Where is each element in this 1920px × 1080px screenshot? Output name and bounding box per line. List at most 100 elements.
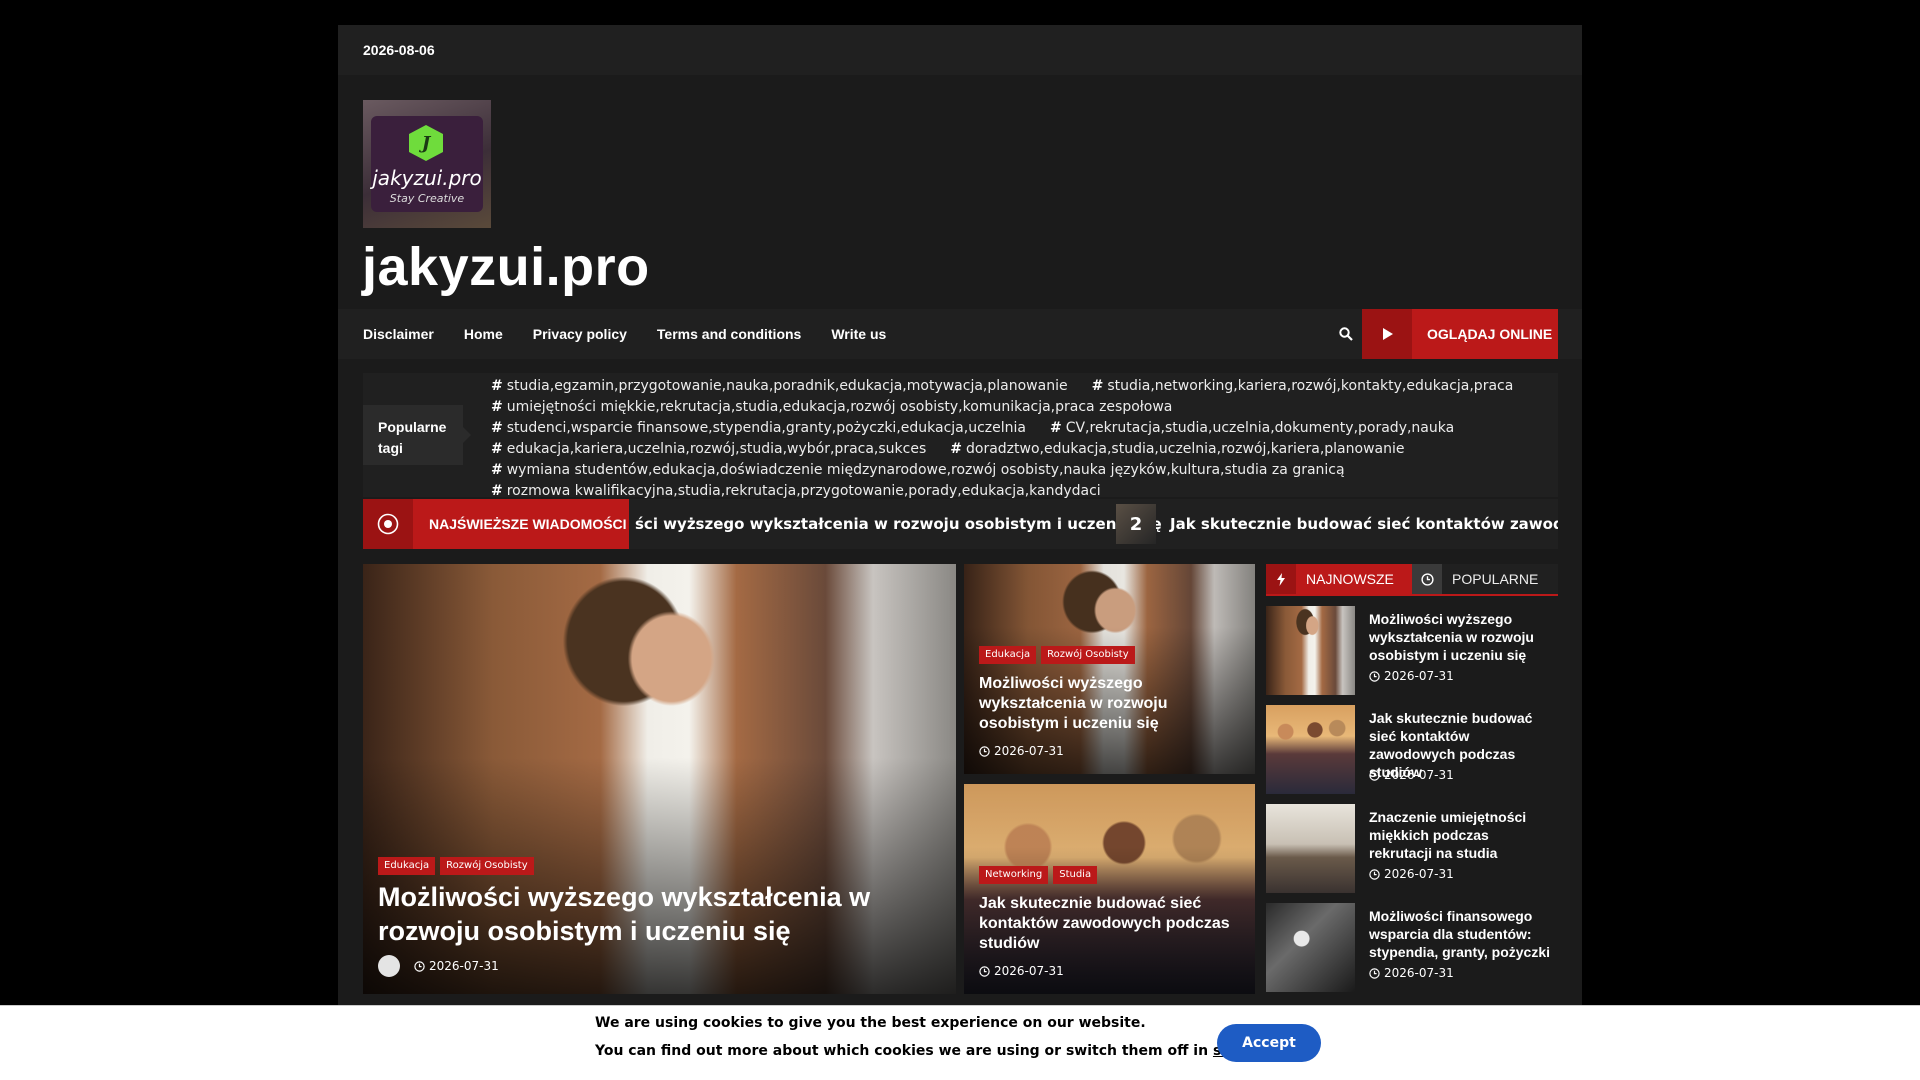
nav-item-home[interactable]: Home bbox=[464, 326, 503, 342]
sidebar-tabs: NAJNOWSZE POPULARNE bbox=[1266, 564, 1558, 596]
card-title[interactable]: Jak skutecznie budować sieć kontaktów za… bbox=[979, 894, 1244, 954]
tag-link[interactable]: # studia,networking,kariera,rozwój,kontak… bbox=[1092, 376, 1514, 397]
cookie-details: You can find out more about which cookie… bbox=[595, 1043, 1283, 1059]
post-meta: 2026-07-31 bbox=[1369, 768, 1454, 782]
ticker-thumbnail: 2 bbox=[1116, 504, 1156, 544]
ticker-track: ści wyższego wykształcenia w rozwoju oso… bbox=[629, 499, 1558, 549]
tag-link[interactable]: # edukacja,kariera,uczelnia,rozwój,studia… bbox=[491, 439, 926, 460]
post-title[interactable]: Możliwości wyższego wykształcenia w rozw… bbox=[1369, 610, 1554, 664]
cookie-banner: We are using cookies to give you the bes… bbox=[0, 1005, 1920, 1080]
category-badge[interactable]: Studia bbox=[1053, 866, 1098, 884]
watch-online-button[interactable]: OGLĄDAJ ONLINE bbox=[1362, 309, 1558, 359]
hash-icon: # bbox=[1091, 378, 1104, 394]
card-date: 2026-07-31 bbox=[994, 964, 1064, 978]
site-header: J jakyzui.pro Stay Creative jakyzui.pro bbox=[338, 75, 1582, 309]
category-badges: Edukacja Rozwój Osobisty bbox=[979, 646, 1140, 664]
card-meta: 2026-07-31 bbox=[979, 964, 1064, 978]
article-card[interactable]: Networking Studia Jak skutecznie budować… bbox=[964, 784, 1255, 994]
ticker-label: NAJŚWIEŻSZE WIADOMOŚCI bbox=[429, 516, 627, 532]
article-card[interactable]: Edukacja Rozwój Osobisty Możliwości wyżs… bbox=[964, 564, 1255, 774]
post-thumbnail[interactable] bbox=[1266, 705, 1355, 794]
post-date: 2026-07-31 bbox=[1384, 867, 1454, 881]
post-meta: 2026-07-31 bbox=[1369, 966, 1454, 980]
logo-tagline: Stay Creative bbox=[389, 192, 465, 205]
featured-title[interactable]: Możliwości wyższego wykształcenia w rozw… bbox=[378, 880, 938, 948]
site-logo[interactable]: J jakyzui.pro Stay Creative bbox=[363, 100, 491, 228]
post-thumbnail[interactable] bbox=[1266, 804, 1355, 893]
hash-icon: # bbox=[1049, 420, 1062, 436]
category-badges: Networking Studia bbox=[979, 866, 1102, 884]
hash-icon: # bbox=[491, 462, 503, 478]
clock-icon bbox=[1369, 769, 1380, 781]
category-badge[interactable]: Edukacja bbox=[378, 857, 436, 875]
tag-link[interactable]: # doradztwo,edukacja,studia,uczelnia,rozw… bbox=[950, 439, 1404, 460]
hash-icon: # bbox=[950, 441, 962, 457]
tag-link[interactable]: # studenci,wsparcie finansowe,stypendia,g… bbox=[491, 418, 1026, 439]
clock-icon bbox=[1369, 967, 1380, 979]
bolt-icon bbox=[1266, 564, 1296, 594]
top-date: 2026-08-06 bbox=[363, 42, 435, 58]
nav-item-write-us[interactable]: Write us bbox=[831, 326, 886, 342]
post-date: 2026-07-31 bbox=[1384, 966, 1454, 980]
featured-date: 2026-07-31 bbox=[429, 959, 499, 973]
category-badge[interactable]: Rozwój Osobisty bbox=[440, 857, 534, 875]
main-navigation: Disclaimer Home Privacy policy Terms and… bbox=[338, 309, 1582, 359]
post-meta: 2026-07-31 bbox=[1369, 867, 1454, 881]
hash-icon: # bbox=[491, 399, 503, 415]
hash-icon: # bbox=[491, 378, 503, 394]
tag-link[interactable]: # wymiana studentów,edukacja,doświadczeni… bbox=[491, 460, 1345, 481]
nav-item-disclaimer[interactable]: Disclaimer bbox=[363, 326, 434, 342]
popular-tags-label: Popularne tagi bbox=[363, 405, 471, 465]
author-avatar[interactable] bbox=[378, 955, 400, 977]
clock-icon bbox=[1369, 868, 1380, 880]
category-badges: Edukacja Rozwój Osobisty bbox=[378, 857, 539, 875]
post-title[interactable]: Znaczenie umiejętności miękkich podczas … bbox=[1369, 808, 1554, 862]
category-badge[interactable]: Rozwój Osobisty bbox=[1041, 646, 1135, 664]
post-title[interactable]: Możliwości finansowego wsparcia dla stud… bbox=[1369, 907, 1554, 961]
image-overlay bbox=[964, 564, 1255, 774]
ticker-item[interactable]: 2 Jak skutecznie budować sieć kontaktów … bbox=[1116, 499, 1558, 549]
list-item[interactable]: Możliwości finansowego wsparcia dla stud… bbox=[1266, 893, 1558, 992]
page: 2026-08-06 J jakyzui.pro Stay Creative j… bbox=[0, 0, 1920, 1080]
nav-item-terms[interactable]: Terms and conditions bbox=[657, 326, 801, 342]
nav-item-privacy-policy[interactable]: Privacy policy bbox=[533, 326, 627, 342]
post-thumbnail[interactable] bbox=[1266, 606, 1355, 695]
search-icon bbox=[1339, 327, 1353, 341]
logo-title: jakyzui.pro bbox=[372, 166, 482, 190]
play-icon bbox=[1362, 309, 1412, 359]
tab-popular[interactable]: POPULARNE bbox=[1412, 564, 1558, 594]
category-badge[interactable]: Edukacja bbox=[979, 646, 1037, 664]
post-date: 2026-07-31 bbox=[1384, 669, 1454, 683]
ticker-badge: NAJŚWIEŻSZE WIADOMOŚCI bbox=[363, 499, 629, 549]
clock-icon bbox=[979, 965, 990, 977]
list-item[interactable]: Znaczenie umiejętności miękkich podczas … bbox=[1266, 794, 1558, 893]
clock-icon bbox=[979, 745, 990, 757]
hash-icon: # bbox=[491, 441, 503, 457]
post-thumbnail[interactable] bbox=[1266, 903, 1355, 992]
nav-menu: Disclaimer Home Privacy policy Terms and… bbox=[338, 309, 916, 359]
category-badge[interactable]: Networking bbox=[979, 866, 1049, 884]
top-bar: 2026-08-06 bbox=[338, 25, 1582, 75]
tab-latest[interactable]: NAJNOWSZE bbox=[1266, 564, 1412, 594]
site-title[interactable]: jakyzui.pro bbox=[362, 237, 650, 297]
tab-latest-label: NAJNOWSZE bbox=[1306, 571, 1394, 587]
accept-cookies-button[interactable]: Accept bbox=[1217, 1024, 1321, 1062]
list-item[interactable]: Jak skutecznie budować sieć kontaktów za… bbox=[1266, 695, 1558, 794]
cookie-message: We are using cookies to give you the bes… bbox=[595, 1015, 1146, 1031]
list-item[interactable]: Możliwości wyższego wykształcenia w rozw… bbox=[1266, 596, 1558, 695]
ticker-item[interactable]: ści wyższego wykształcenia w rozwoju oso… bbox=[635, 499, 1162, 549]
card-meta: 2026-07-31 bbox=[979, 744, 1064, 758]
card-title[interactable]: Możliwości wyższego wykształcenia w rozw… bbox=[979, 674, 1244, 734]
tag-link[interactable]: # umiejętności miękkie,rekrutacja,studia,… bbox=[491, 397, 1172, 418]
post-meta: 2026-07-31 bbox=[1369, 669, 1454, 683]
tag-link[interactable]: # CV,rekrutacja,studia,uczelnia,dokumenty… bbox=[1050, 418, 1454, 439]
clock-icon bbox=[1369, 670, 1380, 682]
sidebar-posts: NAJNOWSZE POPULARNE Możliwości wyższego … bbox=[1266, 564, 1558, 992]
watch-online-label: OGLĄDAJ ONLINE bbox=[1427, 326, 1553, 342]
tag-link[interactable]: # studia,egzamin,przygotowanie,nauka,pora… bbox=[491, 376, 1068, 397]
featured-article[interactable]: Edukacja Rozwój Osobisty Możliwości wyżs… bbox=[363, 564, 956, 994]
post-date: 2026-07-31 bbox=[1384, 768, 1454, 782]
tab-popular-label: POPULARNE bbox=[1452, 571, 1539, 587]
clock-icon bbox=[1412, 564, 1442, 594]
site-wrapper: 2026-08-06 J jakyzui.pro Stay Creative j… bbox=[338, 25, 1582, 1080]
